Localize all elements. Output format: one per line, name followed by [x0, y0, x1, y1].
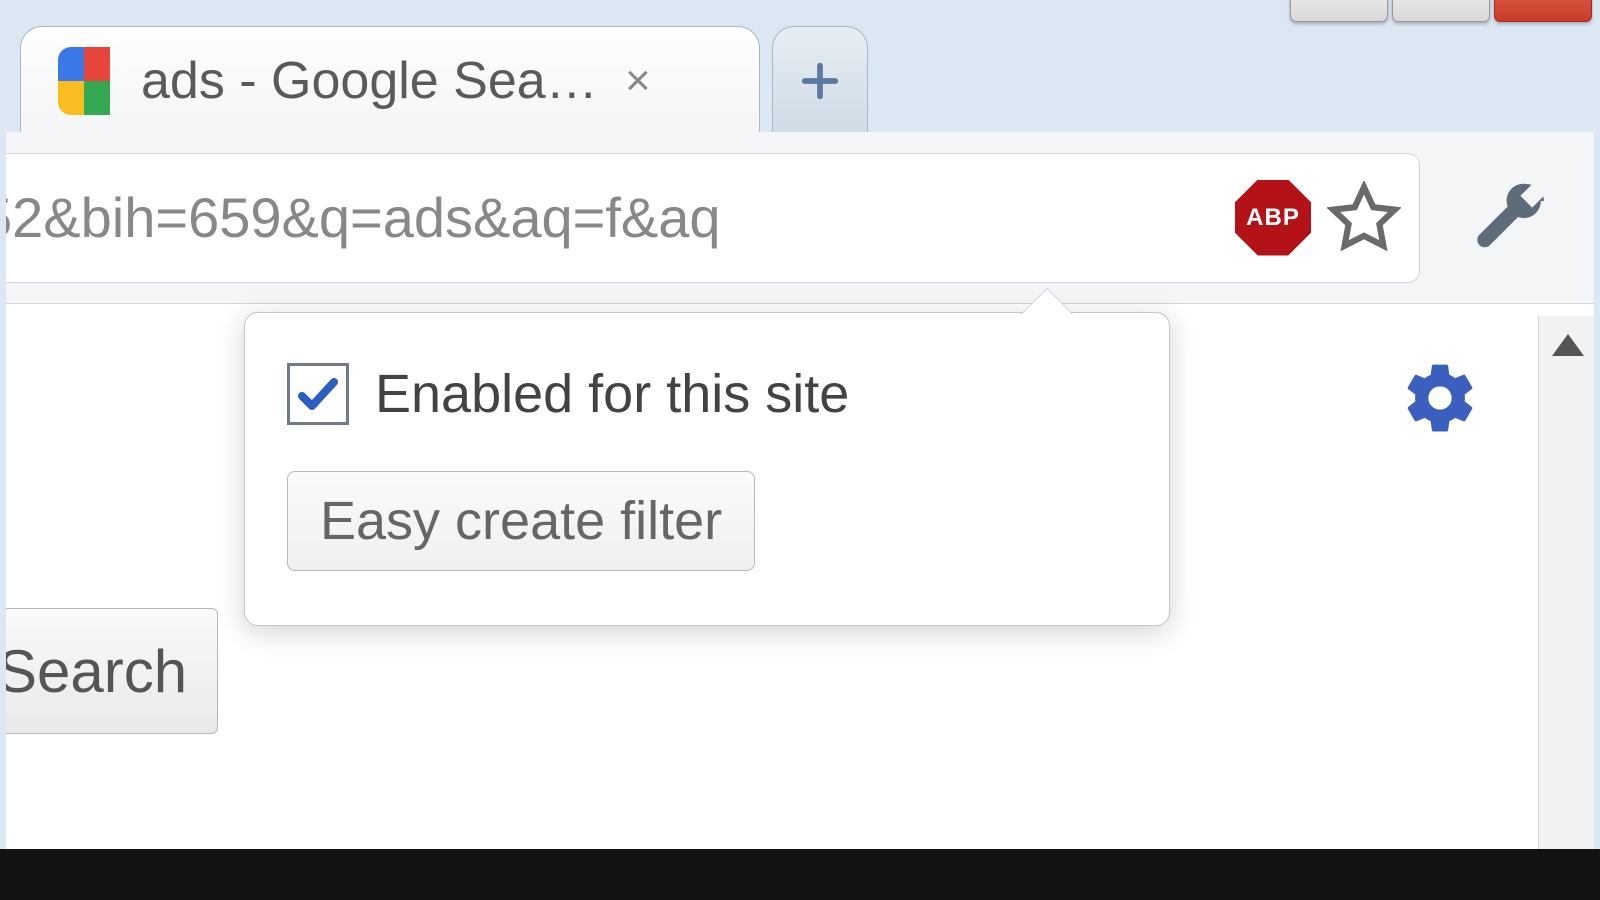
tab-close-icon[interactable]: ×	[625, 56, 651, 106]
url-text: 52&bih=659&q=ads&aq=f&aq	[0, 185, 1219, 250]
easy-create-filter-label: Easy create filter	[320, 491, 722, 551]
wrench-icon	[1473, 181, 1547, 255]
page-settings-gear-icon[interactable]	[1400, 358, 1480, 438]
google-favicon-icon	[49, 46, 119, 116]
omnibox[interactable]: 52&bih=659&q=ads&aq=f&aq ABP	[0, 153, 1420, 283]
checkmark-icon	[294, 370, 342, 418]
maximize-button[interactable]	[1392, 0, 1490, 22]
adblock-plus-popup: Enabled for this site Easy create filter	[244, 312, 1170, 626]
window-close-button[interactable]	[1494, 0, 1592, 22]
plus-icon	[797, 58, 843, 104]
window-controls	[1290, 0, 1592, 22]
tab-strip: ads - Google Sear... ×	[0, 24, 1600, 134]
tab-title: ads - Google Sear...	[141, 51, 601, 111]
new-tab-button[interactable]	[772, 26, 868, 134]
abp-icon: ABP	[1235, 180, 1311, 256]
enabled-for-site-checkbox[interactable]	[287, 363, 349, 425]
bookmark-star-icon[interactable]	[1327, 181, 1401, 255]
tab-active[interactable]: ads - Google Sear... ×	[20, 26, 760, 134]
scroll-up-arrow-icon[interactable]	[1552, 334, 1584, 356]
letterbox-bottom	[0, 849, 1600, 900]
browser-toolbar: 52&bih=659&q=ads&aq=f&aq ABP	[0, 132, 1600, 304]
minimize-button[interactable]	[1290, 0, 1388, 22]
search-button-label: Search	[0, 637, 187, 706]
popup-arrow-icon	[1021, 289, 1073, 315]
easy-create-filter-button[interactable]: Easy create filter	[287, 471, 755, 571]
adblock-plus-extension-button[interactable]: ABP	[1233, 178, 1313, 258]
vertical-scrollbar[interactable]	[1538, 316, 1596, 900]
enabled-for-site-label: Enabled for this site	[375, 363, 849, 425]
search-button[interactable]: Search	[0, 608, 218, 734]
popup-enabled-row: Enabled for this site	[287, 363, 1127, 425]
settings-menu-button[interactable]	[1440, 181, 1580, 255]
